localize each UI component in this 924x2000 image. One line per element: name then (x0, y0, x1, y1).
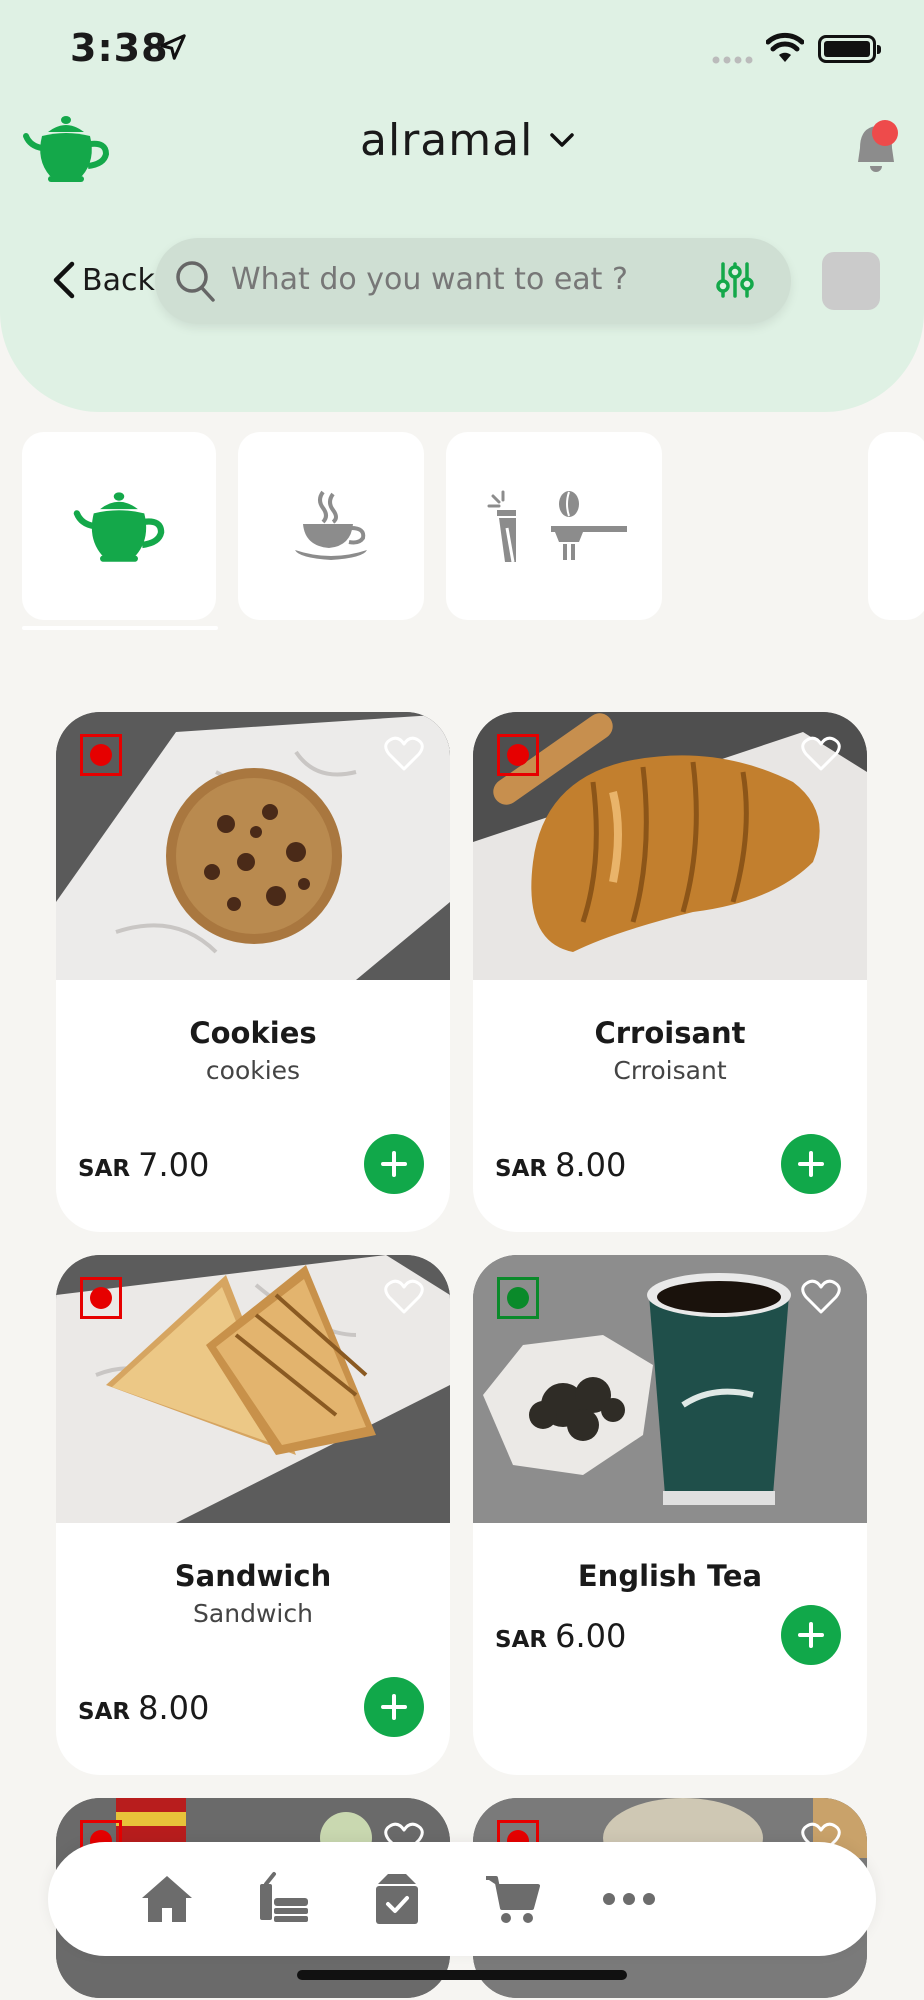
coffee-cup-icon (295, 490, 367, 560)
price-amount: 8.00 (138, 1689, 210, 1727)
teapot-icon (73, 492, 165, 562)
orders-icon[interactable] (368, 1870, 426, 1928)
product-name: English Tea (577, 1559, 763, 1593)
search-icon (176, 261, 215, 302)
add-to-cart-button[interactable] (364, 1134, 424, 1194)
teapot-logo-icon (23, 116, 110, 182)
category-coffee[interactable] (238, 432, 424, 620)
add-to-cart-button[interactable] (781, 1134, 841, 1194)
favorite-heart-icon[interactable] (801, 1279, 841, 1315)
favorite-heart-icon[interactable] (384, 1279, 424, 1315)
cart-icon[interactable] (484, 1870, 542, 1928)
status-time: 3:38 (70, 26, 169, 70)
product-name: Crroisant (594, 1016, 746, 1050)
favorite-heart-icon[interactable] (801, 736, 841, 772)
add-to-cart-button[interactable] (781, 1605, 841, 1665)
search-input[interactable]: What do you want to eat ? (231, 262, 628, 297)
product-price: SAR 8.00 (495, 1146, 626, 1184)
home-indicator (297, 1970, 627, 1980)
placeholder-box[interactable] (822, 252, 880, 310)
price-currency: SAR (495, 1156, 548, 1182)
category-more[interactable] (868, 432, 924, 620)
category-espresso[interactable] (516, 432, 662, 620)
product-subtitle: Sandwich (193, 1599, 313, 1628)
status-bar: 3:38 (0, 0, 924, 100)
battery-icon (818, 35, 881, 63)
price-amount: 8.00 (555, 1146, 627, 1184)
espresso-machine-icon (551, 491, 627, 560)
price-amount: 6.00 (555, 1617, 627, 1655)
location-arrow-icon (160, 34, 186, 60)
category-list (22, 432, 924, 632)
product-name: Cookies (189, 1016, 317, 1050)
price-currency: SAR (495, 1627, 548, 1653)
signal-icon (712, 56, 753, 64)
veg-indicator (497, 1277, 539, 1319)
product-name: Sandwich (174, 1559, 332, 1593)
price-currency: SAR (78, 1156, 131, 1182)
chevron-left-icon (53, 261, 75, 299)
wifi-icon (766, 32, 804, 62)
category-teapot[interactable] (22, 432, 216, 620)
non-veg-indicator (80, 1277, 122, 1319)
product-card[interactable]: Cookies cookies SAR 7.00 (56, 712, 450, 1232)
filter-icon[interactable] (715, 260, 755, 300)
home-icon[interactable] (138, 1870, 196, 1928)
menu-icon[interactable] (254, 1870, 312, 1928)
notification-badge (872, 120, 898, 146)
product-price: SAR 6.00 (495, 1617, 626, 1655)
location-name: alramal (360, 115, 534, 166)
back-label: Back (82, 262, 155, 298)
product-card[interactable]: Crroisant Crroisant SAR 8.00 (473, 712, 867, 1232)
product-subtitle: Crroisant (613, 1056, 727, 1085)
price-amount: 7.00 (138, 1146, 210, 1184)
back-button[interactable]: Back (50, 260, 155, 300)
location-selector[interactable]: alramal (360, 115, 575, 166)
category-selected-indicator (22, 626, 218, 630)
product-card[interactable]: English Tea SAR 6.00 (473, 1255, 867, 1775)
product-price: SAR 7.00 (78, 1146, 209, 1184)
more-icon[interactable] (600, 1870, 658, 1928)
chevron-down-icon (550, 132, 575, 147)
search-bar[interactable]: What do you want to eat ? (155, 238, 791, 324)
product-card[interactable]: Sandwich Sandwich SAR 8.00 (56, 1255, 450, 1775)
price-currency: SAR (78, 1699, 131, 1725)
bottom-tab-bar (48, 1842, 876, 1956)
non-veg-indicator (497, 734, 539, 776)
non-veg-indicator (80, 734, 122, 776)
product-price: SAR 8.00 (78, 1689, 209, 1727)
add-to-cart-button[interactable] (364, 1677, 424, 1737)
product-subtitle: cookies (205, 1056, 301, 1085)
favorite-heart-icon[interactable] (384, 736, 424, 772)
